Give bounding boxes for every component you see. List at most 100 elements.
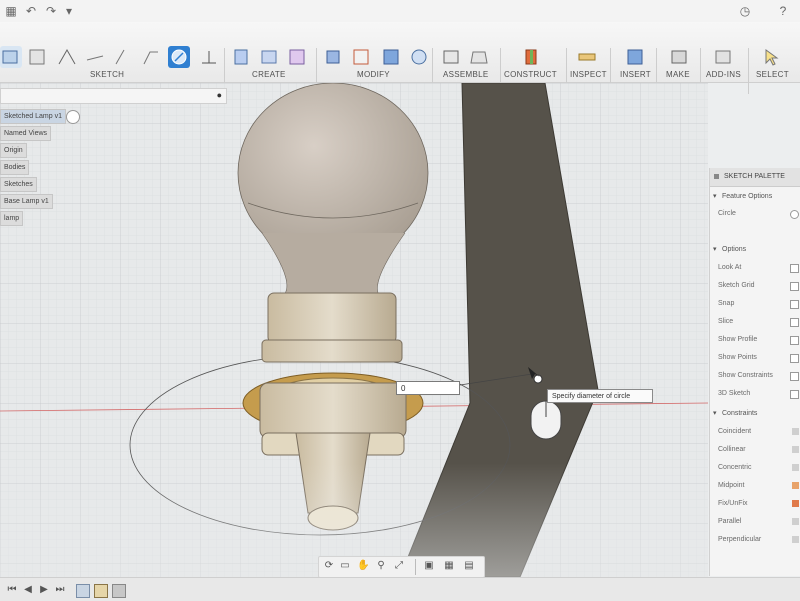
- group-label-addins[interactable]: ADD-INS: [706, 70, 741, 79]
- browser-item-sketches[interactable]: Sketches: [0, 177, 37, 192]
- group-label-assemble[interactable]: ASSEMBLE: [443, 70, 489, 79]
- revolve-icon[interactable]: [258, 46, 280, 68]
- group-label-select[interactable]: SELECT: [756, 70, 789, 79]
- palette-row-fix[interactable]: Fix/UnFix: [710, 496, 800, 512]
- timeline-feature-icon[interactable]: [94, 584, 108, 598]
- palette-row-slice[interactable]: Slice: [710, 314, 800, 330]
- lamp-base[interactable]: [259, 382, 407, 439]
- play-icon[interactable]: ▶: [38, 584, 50, 596]
- midpoint-icon[interactable]: [792, 482, 799, 489]
- timeline-feature-icon[interactable]: [76, 584, 90, 598]
- palette-title-bar[interactable]: SKETCH PALETTE: [710, 168, 800, 187]
- make-icon[interactable]: [624, 46, 646, 68]
- fit-icon[interactable]: ⤢: [393, 560, 405, 572]
- palette-row-circle[interactable]: Circle: [710, 206, 800, 222]
- line-icon[interactable]: [26, 46, 48, 68]
- undo-icon[interactable]: ↶: [24, 4, 38, 18]
- rectangle-icon[interactable]: [56, 46, 78, 68]
- help-icon[interactable]: ?: [768, 4, 798, 18]
- palette-row-show-constraints[interactable]: Show Constraints: [710, 368, 800, 384]
- palette-row-show-points[interactable]: Show Points: [710, 350, 800, 366]
- perpendicular-icon[interactable]: [792, 536, 799, 543]
- parallel-icon[interactable]: [792, 518, 799, 525]
- palette-row-3d-sketch[interactable]: 3D Sketch: [710, 386, 800, 402]
- palette-row-show-profile[interactable]: Show Profile: [710, 332, 800, 348]
- checkbox[interactable]: [790, 354, 799, 363]
- checkbox[interactable]: [790, 300, 799, 309]
- panel-pin-icon[interactable]: ●: [217, 90, 222, 100]
- timeline-settings-icon[interactable]: [112, 584, 126, 598]
- new-component-icon[interactable]: [440, 46, 462, 68]
- palette-row-snap[interactable]: Snap: [710, 296, 800, 312]
- joint-icon[interactable]: [408, 46, 430, 68]
- checkbox[interactable]: [790, 372, 799, 381]
- group-label-construct[interactable]: CONSTRUCT: [504, 70, 557, 79]
- coincident-icon[interactable]: [792, 428, 799, 435]
- palette-row-parallel[interactable]: Parallel: [710, 514, 800, 530]
- checkbox[interactable]: [790, 390, 799, 399]
- browser-panel-header[interactable]: ●: [0, 88, 227, 104]
- section-feature-options[interactable]: ▾ Feature Options: [710, 189, 800, 205]
- fillet-edge-icon[interactable]: [350, 46, 372, 68]
- look-at-nav-icon[interactable]: ▭: [339, 560, 351, 572]
- canvas-viewport[interactable]: [0, 83, 708, 577]
- circle-icon[interactable]: [112, 46, 134, 68]
- palette-row-concentric[interactable]: Concentric: [710, 460, 800, 476]
- palette-row-coincident[interactable]: Coincident: [710, 424, 800, 440]
- group-label-inspect[interactable]: INSPECT: [570, 70, 607, 79]
- palette-row-midpoint[interactable]: Midpoint: [710, 478, 800, 494]
- first-step-icon[interactable]: ⏮: [6, 584, 18, 596]
- spline-icon[interactable]: [140, 46, 162, 68]
- browser-item-bodies[interactable]: Bodies: [0, 160, 30, 175]
- look-at-icon[interactable]: [790, 264, 799, 273]
- orbit-icon[interactable]: ⟳: [323, 560, 335, 572]
- group-label-modify[interactable]: MODIFY: [357, 70, 390, 79]
- group-label-insert[interactable]: INSERT: [620, 70, 651, 79]
- palette-row-look-at[interactable]: Look At: [710, 260, 800, 276]
- extrude-icon[interactable]: [230, 46, 252, 68]
- previous-step-icon[interactable]: ◀: [22, 584, 34, 596]
- insert-icon[interactable]: [576, 46, 598, 68]
- browser-item-lamp[interactable]: lamp: [0, 211, 24, 226]
- circle-option-icon[interactable]: [790, 210, 799, 219]
- clock-icon[interactable]: ◷: [738, 4, 752, 18]
- offset-plane-icon[interactable]: [468, 46, 490, 68]
- palette-row-sketch-grid[interactable]: Sketch Grid: [710, 278, 800, 294]
- diameter-input[interactable]: 0: [396, 381, 460, 395]
- circle-tool-icon[interactable]: [168, 46, 190, 68]
- collapse-icon[interactable]: [714, 174, 719, 179]
- activate-icon[interactable]: [66, 110, 80, 124]
- redo-icon[interactable]: ↷: [44, 4, 58, 18]
- browser-root-item[interactable]: Sketched Lamp v1: [0, 109, 66, 124]
- browser-item-origin[interactable]: Origin: [0, 143, 27, 158]
- fillet-icon[interactable]: [198, 46, 220, 68]
- display-settings-icon[interactable]: ▣: [423, 560, 435, 572]
- lamp-collar[interactable]: [261, 339, 403, 363]
- measure-icon[interactable]: [520, 46, 542, 68]
- collinear-icon[interactable]: [792, 446, 799, 453]
- group-label-make[interactable]: MAKE: [666, 70, 690, 79]
- press-pull-icon[interactable]: [322, 46, 344, 68]
- pan-icon[interactable]: ✋: [357, 560, 369, 572]
- grid-settings-icon[interactable]: ▦: [443, 560, 455, 572]
- group-label-sketch[interactable]: SKETCH: [90, 70, 124, 79]
- addins-icon[interactable]: [712, 46, 734, 68]
- lamp-neck[interactable]: [267, 292, 397, 344]
- group-label-create[interactable]: CREATE: [252, 70, 286, 79]
- palette-row-perpendicular[interactable]: Perpendicular: [710, 532, 800, 548]
- arc-icon[interactable]: [84, 46, 106, 68]
- fix-icon[interactable]: [792, 500, 799, 507]
- browser-item-named-views[interactable]: Named Views: [0, 126, 52, 141]
- concentric-icon[interactable]: [792, 464, 799, 471]
- select-icon[interactable]: [760, 46, 782, 68]
- checkbox[interactable]: [790, 282, 799, 291]
- next-step-icon[interactable]: ⏭: [54, 584, 66, 596]
- browser-item-component[interactable]: Base Lamp v1: [0, 194, 53, 209]
- sweep-icon[interactable]: [286, 46, 308, 68]
- viewports-icon[interactable]: ▤: [463, 560, 475, 572]
- zoom-icon[interactable]: ⚲: [375, 560, 387, 572]
- palette-row-collinear[interactable]: Collinear: [710, 442, 800, 458]
- checkbox[interactable]: [790, 336, 799, 345]
- section-constraints[interactable]: ▾ Constraints: [710, 406, 800, 422]
- section-options[interactable]: ▾ Options: [710, 242, 800, 258]
